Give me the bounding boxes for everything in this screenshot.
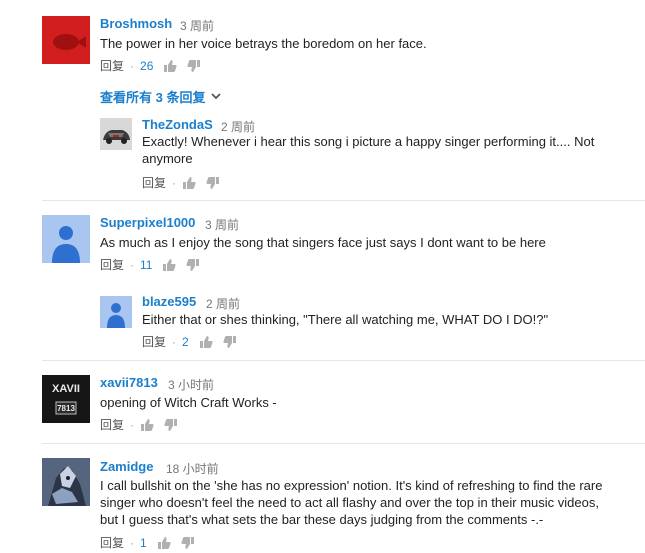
reply-button[interactable]: 回复 <box>142 174 166 191</box>
avatar[interactable] <box>42 16 90 64</box>
comment-divider <box>42 443 645 444</box>
comment-actions: 回复 · 11 <box>100 256 210 273</box>
avatar[interactable] <box>100 118 132 150</box>
comment-timestamp[interactable]: 3 小时前 <box>168 376 214 393</box>
reply-button[interactable]: 回复 <box>100 256 124 273</box>
comment-text: I call bullshit on the 'she has no expre… <box>100 478 603 527</box>
avatar-image <box>42 458 90 506</box>
avatar[interactable] <box>42 458 90 506</box>
comment-actions: 回复 · 2 <box>142 333 247 350</box>
avatar[interactable] <box>100 296 132 328</box>
comment-text: The power in her voice betrays the bored… <box>100 36 427 51</box>
avatar-image <box>42 16 90 64</box>
separator-dot: · <box>130 58 135 73</box>
like-count: 11 <box>140 257 153 272</box>
comment-text: As much as I enjoy the song that singers… <box>100 235 546 250</box>
comment-author[interactable]: Zamidge <box>100 459 153 474</box>
comment-text: opening of Witch Craft Works - <box>100 395 277 410</box>
comment-divider <box>42 360 645 361</box>
thumbs-up-icon[interactable] <box>157 536 171 550</box>
comment-text: Either that or shes thinking, "There all… <box>142 312 549 327</box>
reply-button[interactable]: 回复 <box>100 534 124 551</box>
chevron-down-icon <box>211 93 222 100</box>
thumbs-up-icon[interactable] <box>140 418 154 432</box>
avatar-text-top: XAVII <box>52 383 80 395</box>
comment-divider <box>42 200 645 201</box>
comment-author[interactable]: Superpixel1000 <box>100 215 195 230</box>
comment-author[interactable]: xavii7813 <box>100 375 158 390</box>
reply-button[interactable]: 回复 <box>100 416 124 433</box>
thumbs-down-icon[interactable] <box>181 536 195 550</box>
avatar-text-bottom: 7813 <box>57 404 75 413</box>
comment-actions: 回复 · 26 <box>100 57 211 74</box>
comment-actions: 回复 · 1 <box>100 534 205 551</box>
default-user-icon <box>100 296 132 328</box>
separator-dot: · <box>130 257 135 272</box>
comment-text: Exactly! Whenever i hear this song i pic… <box>142 134 595 166</box>
comment-author[interactable]: TheZondaS <box>142 117 213 132</box>
thumbs-down-icon[interactable] <box>164 418 178 432</box>
like-count: 2 <box>182 334 189 349</box>
like-count: 1 <box>140 535 147 550</box>
thumbs-up-icon[interactable] <box>199 335 213 349</box>
reply-button[interactable]: 回复 <box>142 333 166 350</box>
comment-actions: 回复 · <box>100 416 188 433</box>
view-all-replies-button[interactable]: 查看所有 3 条回复 <box>100 87 222 106</box>
avatar[interactable]: XAVII 7813 <box>42 375 90 423</box>
comment-timestamp[interactable]: 3 周前 <box>205 216 239 233</box>
avatar[interactable] <box>42 215 90 263</box>
thumbs-down-icon[interactable] <box>206 176 220 190</box>
thumbs-down-icon[interactable] <box>186 258 200 272</box>
thumbs-up-icon[interactable] <box>162 258 177 272</box>
avatar-image <box>100 118 132 150</box>
thumbs-down-icon[interactable] <box>223 335 237 349</box>
comment-actions: 回复 · <box>142 174 230 191</box>
thumbs-up-icon[interactable] <box>182 176 196 190</box>
like-count: 26 <box>140 58 154 73</box>
separator-dot: · <box>172 175 177 190</box>
view-replies-label: 查看所有 3 条回复 <box>100 90 206 105</box>
reply-button[interactable]: 回复 <box>100 57 124 74</box>
comment-author[interactable]: blaze595 <box>142 294 196 309</box>
comment-timestamp[interactable]: 2 周前 <box>206 295 240 312</box>
thumbs-up-icon[interactable] <box>163 59 177 73</box>
thumbs-down-icon[interactable] <box>187 59 201 73</box>
separator-dot: · <box>130 535 135 550</box>
comment-timestamp[interactable]: 18 小时前 <box>166 460 219 477</box>
separator-dot: · <box>172 334 177 349</box>
separator-dot: · <box>130 417 135 432</box>
default-user-icon <box>42 215 90 263</box>
comment-author[interactable]: Broshmosh <box>100 16 172 31</box>
avatar-image: XAVII 7813 <box>42 375 90 423</box>
comment-timestamp[interactable]: 3 周前 <box>180 17 214 34</box>
